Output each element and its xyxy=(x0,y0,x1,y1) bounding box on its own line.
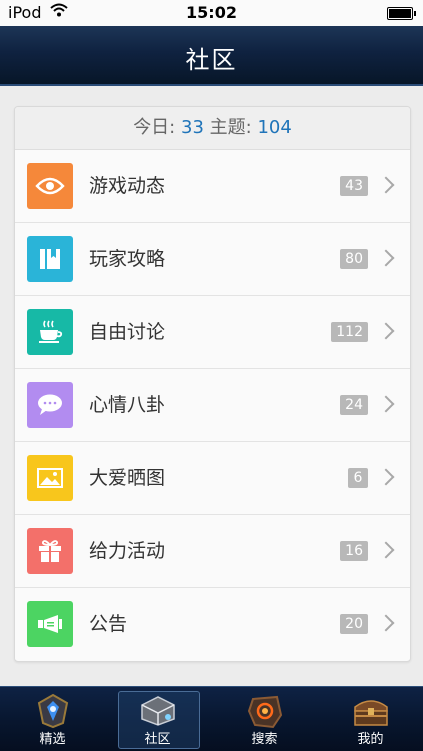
forum-label: 大爱晒图 xyxy=(89,467,166,489)
tab-bar: 精选 社区 搜索 我的 xyxy=(0,686,423,751)
battery-icon xyxy=(387,7,416,20)
chevron-right-icon xyxy=(377,468,395,486)
forum-row-game-news[interactable]: 游戏动态 43 xyxy=(15,150,410,223)
tab-label: 精选 xyxy=(39,732,66,747)
gift-icon xyxy=(27,528,73,574)
tab-community[interactable]: 社区 xyxy=(105,687,210,751)
chevron-right-icon xyxy=(377,395,395,413)
image-icon xyxy=(27,455,73,501)
count-badge: 16 xyxy=(340,541,368,561)
forum-label: 自由讨论 xyxy=(89,321,166,343)
forum-label: 公告 xyxy=(89,613,128,635)
nav-bar: 社区 xyxy=(0,26,423,86)
forum-label: 给力活动 xyxy=(89,540,166,562)
page-title: 社区 xyxy=(185,46,238,74)
eye-icon xyxy=(27,163,73,209)
tab-mine[interactable]: 我的 xyxy=(318,687,423,751)
forum-row-photo-share[interactable]: 大爱晒图 6 xyxy=(15,442,410,515)
today-label: 今日: xyxy=(133,117,176,138)
forum-label: 心情八卦 xyxy=(89,394,166,416)
community-icon xyxy=(138,693,178,729)
chevron-right-icon xyxy=(377,249,395,267)
tab-label: 社区 xyxy=(144,732,171,747)
stats-header: 今日: 33 主题: 104 xyxy=(15,107,410,150)
chevron-right-icon xyxy=(377,322,395,340)
topic-label: 主题: xyxy=(209,117,252,138)
topic-count: 104 xyxy=(257,117,292,138)
tab-search[interactable]: 搜索 xyxy=(212,687,317,751)
count-badge: 112 xyxy=(331,322,368,342)
tab-label: 我的 xyxy=(357,732,384,747)
forum-card: 今日: 33 主题: 104 游戏动态 43 玩家攻略 80 自由讨论 112 … xyxy=(14,106,411,662)
forum-row-announcements[interactable]: 公告 20 xyxy=(15,588,410,660)
today-count: 33 xyxy=(181,117,204,138)
emblem-icon xyxy=(33,693,73,729)
coffee-cup-icon xyxy=(27,309,73,355)
megaphone-icon xyxy=(27,601,73,647)
count-badge: 43 xyxy=(340,176,368,196)
count-badge: 6 xyxy=(348,468,368,488)
chat-bubble-icon xyxy=(27,382,73,428)
forum-row-mood-gossip[interactable]: 心情八卦 24 xyxy=(15,369,410,442)
treasure-chest-icon xyxy=(351,693,391,729)
chevron-right-icon xyxy=(377,614,395,632)
forum-label: 游戏动态 xyxy=(89,175,166,197)
forum-row-events[interactable]: 给力活动 16 xyxy=(15,515,410,588)
forum-label: 玩家攻略 xyxy=(89,248,166,270)
clock: 15:02 xyxy=(186,3,237,22)
tab-label: 搜索 xyxy=(251,732,278,747)
tab-featured[interactable]: 精选 xyxy=(0,687,105,751)
status-bar: iPod 15:02 xyxy=(0,0,423,26)
count-badge: 80 xyxy=(340,249,368,269)
count-badge: 20 xyxy=(340,614,368,634)
forum-row-player-guides[interactable]: 玩家攻略 80 xyxy=(15,223,410,296)
count-badge: 24 xyxy=(340,395,368,415)
forum-row-free-discussion[interactable]: 自由讨论 112 xyxy=(15,296,410,369)
search-stone-icon xyxy=(245,693,285,729)
book-icon xyxy=(27,236,73,282)
chevron-right-icon xyxy=(377,176,395,194)
chevron-right-icon xyxy=(377,541,395,559)
